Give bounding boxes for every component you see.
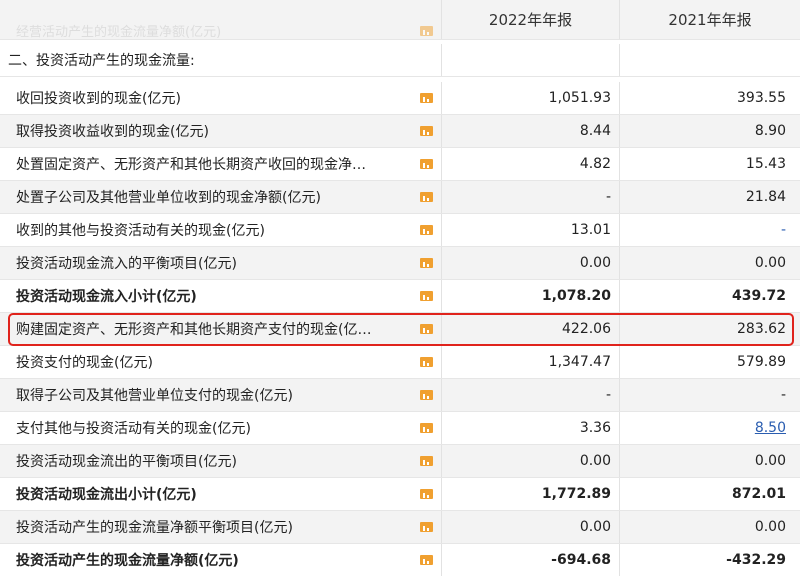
section-title-row: 二、投资活动产生的现金流量: (0, 44, 800, 77)
table-row: 取得投资收益收到的现金(亿元) 8.44 8.90 (0, 115, 800, 148)
row-label: 取得投资收益收到的现金(亿元) (16, 124, 209, 140)
value-2022: 0.00 (442, 247, 620, 279)
chart-icon[interactable] (420, 126, 433, 136)
value-2022: 422.06 (442, 313, 620, 345)
value-2022: 0.00 (442, 445, 620, 477)
chart-icon[interactable] (420, 522, 433, 532)
row-label: 处置子公司及其他营业单位收到的现金净额(亿元) (16, 190, 321, 206)
value-2021: 8.90 (754, 123, 786, 139)
chart-icon[interactable] (420, 258, 433, 268)
chart-icon[interactable] (420, 456, 433, 466)
value-2021: 579.89 (737, 354, 786, 370)
row-label: 投资活动产生的现金流量净额平衡项目(亿元) (16, 520, 293, 536)
value-2022: 13.01 (442, 214, 620, 246)
chart-icon[interactable] (420, 390, 433, 400)
table-row: 投资活动产生的现金流量净额平衡项目(亿元) 0.00 0.00 (0, 511, 800, 544)
row-label: 投资支付的现金(亿元) (16, 355, 153, 371)
table-row: 处置子公司及其他营业单位收到的现金净额(亿元) - 21.84 (0, 181, 800, 214)
table-row: 收回投资收到的现金(亿元) 1,051.93 393.55 (0, 82, 800, 115)
value-2021: 393.55 (737, 90, 786, 106)
chart-icon[interactable] (420, 93, 433, 103)
value-2021: 0.00 (754, 453, 786, 469)
table-header: 经营活动产生的现金流量净额(亿元) 2022年年报 2021年年报 (0, 0, 800, 40)
column-header-2021: 2021年年报 (668, 11, 752, 29)
table-row: 投资活动现金流出的平衡项目(亿元) 0.00 0.00 (0, 445, 800, 478)
row-label: 收回投资收到的现金(亿元) (16, 91, 181, 107)
value-2021: 872.01 (731, 486, 786, 502)
value-2022: 8.44 (442, 115, 620, 147)
value-2021: 0.00 (754, 519, 786, 535)
value-2022: 1,347.47 (442, 346, 620, 378)
chart-icon[interactable] (420, 225, 433, 235)
row-label: 处置固定资产、无形资产和其他长期资产收回的现金净… (16, 157, 366, 173)
column-header-2022: 2022年年报 (442, 0, 620, 39)
chart-icon[interactable] (420, 159, 433, 169)
chart-icon[interactable] (420, 423, 433, 433)
value-2022: - (442, 379, 620, 411)
table-row: 处置固定资产、无形资产和其他长期资产收回的现金净… 4.82 15.43 (0, 148, 800, 181)
value-2022: 1,078.20 (442, 280, 620, 312)
value-2021: 0.00 (754, 255, 786, 271)
value-2021: - (780, 387, 786, 403)
row-label: 支付其他与投资活动有关的现金(亿元) (16, 421, 251, 437)
chart-icon[interactable] (412, 0, 442, 39)
value-2021-link[interactable]: 8.50 (755, 420, 786, 436)
value-2022: 1,772.89 (442, 478, 620, 510)
value-2022: -694.68 (442, 544, 620, 576)
table-row: 投资活动现金流入的平衡项目(亿元) 0.00 0.00 (0, 247, 800, 280)
value-2022: 4.82 (442, 148, 620, 180)
table-row-subtotal: 投资活动现金流入小计(亿元) 1,078.20 439.72 (0, 280, 800, 313)
row-label: 收到的其他与投资活动有关的现金(亿元) (16, 223, 265, 239)
value-2021: 15.43 (745, 156, 786, 172)
chart-icon[interactable] (420, 555, 433, 565)
value-2022: - (442, 181, 620, 213)
chart-icon[interactable] (420, 291, 433, 301)
value-2022: 1,051.93 (442, 82, 620, 114)
table-row-total: 投资活动产生的现金流量净额(亿元) -694.68 -432.29 (0, 544, 800, 576)
chart-icon[interactable] (420, 489, 433, 499)
value-2021: 439.72 (731, 288, 786, 304)
value-2022: 3.36 (442, 412, 620, 444)
value-2022: 0.00 (442, 511, 620, 543)
row-label: 投资活动产生的现金流量净额(亿元) (16, 553, 239, 569)
value-2021: 21.84 (745, 189, 786, 205)
chart-icon[interactable] (420, 324, 433, 334)
row-label: 投资活动现金流入的平衡项目(亿元) (16, 256, 237, 272)
value-2021: 283.62 (737, 321, 786, 337)
row-label: 投资活动现金流出小计(亿元) (16, 487, 197, 503)
chart-icon[interactable] (420, 357, 433, 367)
row-label: 投资活动现金流入小计(亿元) (16, 289, 197, 305)
row-label: 取得子公司及其他营业单位支付的现金(亿元) (16, 388, 293, 404)
table-row: 取得子公司及其他营业单位支付的现金(亿元) - - (0, 379, 800, 412)
row-label: 投资活动现金流出的平衡项目(亿元) (16, 454, 237, 470)
table-row: 支付其他与投资活动有关的现金(亿元) 3.36 8.50 (0, 412, 800, 445)
value-2021: -432.29 (726, 552, 786, 568)
row-label: 购建固定资产、无形资产和其他长期资产支付的现金(亿… (16, 322, 372, 338)
table-row: 投资支付的现金(亿元) 1,347.47 579.89 (0, 346, 800, 379)
section-title: 二、投资活动产生的现金流量: (8, 53, 195, 69)
value-2021-link[interactable]: - (781, 222, 786, 238)
partial-row-label: 经营活动产生的现金流量净额(亿元) (16, 25, 222, 40)
table-row-subtotal: 投资活动现金流出小计(亿元) 1,772.89 872.01 (0, 478, 800, 511)
chart-icon[interactable] (420, 192, 433, 202)
table-row-highlighted: 购建固定资产、无形资产和其他长期资产支付的现金(亿… 422.06 283.62 (0, 313, 800, 346)
table-row: 收到的其他与投资活动有关的现金(亿元) 13.01 - (0, 214, 800, 247)
